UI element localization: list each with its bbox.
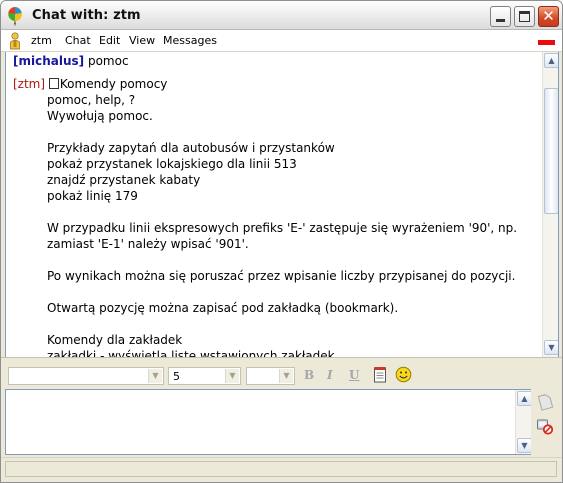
own-nick: [michalus] [13, 54, 85, 68]
maximize-icon [519, 11, 530, 22]
log-line: Otwartą pozycję można zapisać pod zakład… [47, 301, 399, 315]
maximize-button[interactable] [514, 6, 535, 27]
message-input[interactable]: ▲ ▼ [5, 389, 532, 455]
smiley-icon[interactable] [395, 366, 412, 383]
message-own: [michalus] pomoc [13, 54, 129, 68]
font-size-select[interactable]: 5 ▼ [168, 367, 241, 385]
italic-button[interactable]: I [327, 368, 333, 382]
status-indicator [538, 40, 555, 45]
log-line: pomoc, help, ? [47, 93, 136, 107]
chat-log-scrollbar[interactable]: ▲ ▼ [542, 52, 558, 357]
minimize-icon [496, 19, 505, 22]
menu-chat[interactable]: Chat [65, 34, 91, 47]
scroll-up-icon[interactable]: ▲ [517, 391, 532, 406]
title-bar[interactable]: Chat with: ztm ✕ [1, 1, 562, 30]
own-message-text: pomoc [87, 54, 129, 68]
log-line: pokaż linię 179 [47, 189, 138, 203]
message-contact-first-line: [ztm] Komendy pomocy [13, 77, 167, 91]
window-title: Chat with: ztm [32, 8, 141, 23]
chat-log[interactable]: [michalus] pomoc [ztm] Komendy pomocy po… [5, 52, 559, 357]
log-line: pokaż przystanek lokajskiego dla linii 5… [47, 157, 297, 171]
close-button[interactable]: ✕ [538, 6, 559, 27]
minimize-button[interactable] [490, 6, 511, 27]
font-family-select[interactable]: ▼ [8, 367, 164, 385]
file-icon[interactable] [536, 393, 554, 411]
missing-glyph-box [48, 78, 59, 89]
log-line: W przypadku linii ekspresowych prefiks '… [47, 221, 518, 235]
chat-window: Chat with: ztm ✕ ztm Chat Edit View Mess… [0, 0, 563, 483]
chevron-down-icon: ▼ [148, 369, 162, 383]
font-color-select[interactable]: ▼ [246, 367, 295, 385]
menu-bar: ztm Chat Edit View Messages [1, 30, 562, 52]
scroll-down-icon[interactable]: ▼ [517, 438, 532, 453]
status-bar [1, 457, 562, 482]
bold-button[interactable]: B [304, 368, 314, 382]
balloon-icon [8, 7, 22, 26]
log-line: Przykłady zapytań dla autobusów i przyst… [47, 141, 335, 155]
format-toolbar: ▼ 5 ▼ ▼ B I U [1, 357, 562, 389]
log-line: znajdź przystanek kabaty [47, 173, 201, 187]
menu-view[interactable]: View [129, 34, 155, 47]
log-line: Po wynikach można się poruszać przez wpi… [47, 269, 516, 283]
scroll-thumb[interactable] [544, 88, 558, 214]
menu-ztm[interactable]: ztm [31, 34, 52, 47]
block-contact-icon[interactable] [536, 417, 554, 435]
chevron-down-icon: ▼ [225, 369, 239, 383]
underline-button[interactable]: U [349, 368, 359, 382]
log-line: Komendy dla zakładek [47, 333, 183, 347]
side-toolbar [531, 389, 562, 455]
log-line: zamiast 'E-1' należy wpisać '901'. [47, 237, 249, 251]
user-icon[interactable] [9, 32, 21, 50]
log-line: Wywołują pomoc. [47, 109, 153, 123]
menu-messages[interactable]: Messages [163, 34, 217, 47]
chevron-down-icon: ▼ [279, 369, 293, 383]
status-bar-panel [5, 461, 557, 477]
scroll-up-icon[interactable]: ▲ [544, 53, 558, 68]
contact-nick: [ztm] [13, 77, 46, 91]
close-icon: ✕ [542, 7, 555, 25]
log-line: zakładki - wyświetla listę wstawionych z… [47, 349, 335, 357]
input-scrollbar[interactable]: ▲ ▼ [515, 390, 532, 454]
notepad-icon[interactable] [372, 366, 389, 383]
font-size-value: 5 [173, 370, 180, 383]
scroll-down-icon[interactable]: ▼ [544, 340, 558, 355]
contact-message-title: Komendy pomocy [59, 77, 168, 91]
menu-edit[interactable]: Edit [99, 34, 120, 47]
